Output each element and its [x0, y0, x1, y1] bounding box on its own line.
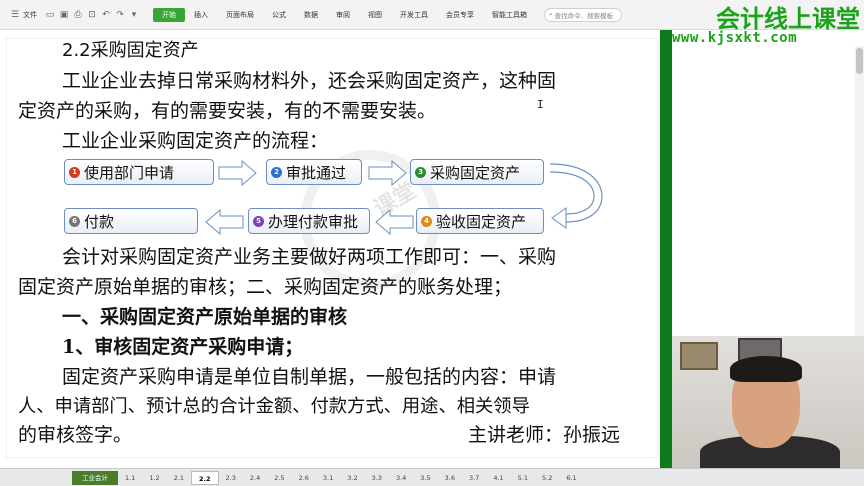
folder-icon[interactable]: ▭ [45, 10, 55, 20]
sheet-tab-bar: 工业会计 1.1 1.2 2.1 2.2 2.3 2.4 2.5 2.6 3.1 3.2 3.3 3.4… [0, 468, 864, 486]
sheet-tab[interactable]: 2.4 [243, 471, 267, 485]
paragraph-4-line-1: 固定资产采购申请是单位自制单据，一般包括的内容：申请 [62, 366, 557, 388]
paragraph-4-line-2: 人、申请部门、预计总的合计金额、付款方式、用途、相关领导 [18, 396, 530, 417]
ribbon-tab[interactable]: 会员专享 [437, 8, 483, 22]
arrow-curve-down-icon [549, 163, 603, 229]
vertical-scrollbar[interactable] [855, 46, 864, 336]
presenter-hair [730, 356, 802, 382]
ribbon-tab[interactable]: 公式 [263, 8, 295, 22]
ribbon-tab[interactable]: 视图 [359, 8, 391, 22]
flow-step-5: 5 办理付款审批 [248, 208, 370, 234]
sheet-tab[interactable]: 3.4 [389, 471, 413, 485]
paragraph-3-line-2: 固定资产原始单据的审核；二、采购固定资产的账务处理； [18, 276, 513, 298]
file-menu-label: 文件 [23, 10, 37, 19]
screen: ☰ 文件 ▭ ▣ ⎙ ⊡ ↶ ↷ ▾ 开始 插入 页面布局 公式 数据 审阅 视图 开发工具会… [0, 0, 864, 486]
quick-access: ☰ 文件 ▭ ▣ ⎙ ⊡ ↶ ↷ ▾ [0, 10, 139, 20]
search-icon: ⌕ [549, 10, 553, 18]
flow-step-6: 6 付款 [64, 208, 198, 234]
ribbon-tab[interactable]: 页面布局 [217, 8, 263, 22]
sheet-tab[interactable]: 3.6 [438, 471, 462, 485]
webcam-video [672, 336, 864, 468]
sheet-tab[interactable]: 2.2 [191, 470, 219, 485]
step-number-badge: 1 [69, 166, 80, 178]
flow-step-label: 审批通过 [286, 163, 347, 182]
step-number-badge: 5 [253, 215, 264, 227]
document-border-right [660, 30, 672, 468]
file-menu[interactable]: ☰ 文件 [6, 10, 41, 20]
sub-heading: 1、审核固定资产采购申请； [62, 336, 304, 358]
sheet-tab[interactable]: 2.1 [167, 471, 191, 485]
dropdown-icon[interactable]: ▾ [129, 10, 139, 20]
sheet-tab[interactable]: 2.6 [292, 471, 316, 485]
ribbon-tab[interactable]: 数据 [295, 8, 327, 22]
flow-step-label: 验收固定资产 [436, 212, 527, 231]
flow-step-2: 2 审批通过 [266, 159, 362, 185]
side-panel [672, 46, 864, 336]
arrow-left-icon [375, 209, 414, 235]
page-title: 2.2采购固定资产 [62, 40, 199, 61]
sheet-tab[interactable]: 1.2 [142, 471, 166, 485]
paragraph-2: 工业企业采购固定资产的流程： [62, 130, 329, 152]
sheet-tab[interactable]: 3.5 [413, 471, 437, 485]
preview-icon[interactable]: ⊡ [87, 10, 97, 20]
sheet-tab[interactable]: 3.1 [316, 471, 340, 485]
arrow-left-icon [205, 209, 244, 235]
search-placeholder: 查找命令、搜索模板 [554, 11, 614, 20]
wall-picture-frame [680, 342, 718, 370]
command-search[interactable]: ⌕ 查找命令、搜索模板 [544, 7, 622, 22]
ribbon-tab[interactable]: 审阅 [327, 8, 359, 22]
step-number-badge: 3 [415, 166, 426, 178]
arrow-right-icon [218, 160, 257, 186]
flow-step-label: 付款 [84, 212, 115, 231]
ribbon-tab[interactable]: 智能工具箱 [483, 8, 536, 22]
ribbon-tab[interactable]: 开始 [153, 7, 185, 22]
section-heading: 一、采购固定资产原始单据的审核 [62, 306, 348, 328]
flow-step-3: 3 采购固定资产 [410, 159, 544, 185]
step-number-badge: 6 [69, 215, 80, 227]
paragraph-1-line-2: 定资产的采购，有的需要安装，有的不需要安装。 [18, 100, 437, 122]
scrollbar-thumb[interactable] [856, 48, 863, 74]
paragraph-3-line-1: 会计对采购固定资产业务主要做好两项工作即可：一、采购 [62, 246, 557, 268]
sheet-tab[interactable]: 3.3 [365, 471, 389, 485]
sheet-tab[interactable]: 1.1 [118, 471, 142, 485]
sheet-tab[interactable]: 4.1 [486, 471, 510, 485]
text-cursor-icon: I [537, 98, 544, 111]
hamburger-icon: ☰ [10, 9, 20, 20]
paragraph-1-line-1: 工业企业去掉日常采购材料外，还会采购固定资产，这种固 [62, 70, 557, 92]
teacher-credit: 主讲老师：孙振远 [468, 424, 621, 446]
print-icon[interactable]: ⎙ [73, 10, 83, 20]
sheet-tab[interactable]: 2.5 [267, 471, 291, 485]
flow-step-label: 采购固定资产 [430, 163, 521, 182]
brand-url: www.kjsxkt.com [672, 30, 798, 46]
sheet-tab[interactable]: 3.2 [340, 471, 364, 485]
sheet-tab[interactable]: 6.1 [559, 471, 583, 485]
flow-step-label: 办理付款审批 [268, 212, 359, 231]
flow-step-4: 4 验收固定资产 [416, 208, 544, 234]
brand-logo-text: 会计线上课堂 [716, 5, 860, 33]
paragraph-4-line-3: 的审核签字。 [18, 424, 133, 446]
undo-icon[interactable]: ↶ [101, 10, 111, 20]
step-number-badge: 4 [421, 215, 432, 227]
arrow-right-icon [368, 160, 407, 186]
ribbon-tab[interactable]: 插入 [185, 8, 217, 22]
step-number-badge: 2 [271, 166, 282, 178]
flow-step-label: 使用部门申请 [84, 163, 175, 182]
sheet-tab[interactable]: 工业会计 [72, 470, 118, 485]
redo-icon[interactable]: ↷ [115, 10, 125, 20]
sheet-tab[interactable]: 3.7 [462, 471, 486, 485]
sheet-tab[interactable]: 5.1 [511, 471, 535, 485]
save-icon[interactable]: ▣ [59, 10, 69, 20]
ribbon-tabs: 开始 插入 页面布局 公式 数据 审阅 视图 开发工具 会员专享 智能工具箱 [153, 7, 536, 22]
sheet-tab[interactable]: 2.3 [219, 471, 243, 485]
sheet-tab[interactable]: 5.2 [535, 471, 559, 485]
ribbon-tab[interactable]: 开发工具 [391, 8, 437, 22]
flow-step-1: 1 使用部门申请 [64, 159, 214, 185]
